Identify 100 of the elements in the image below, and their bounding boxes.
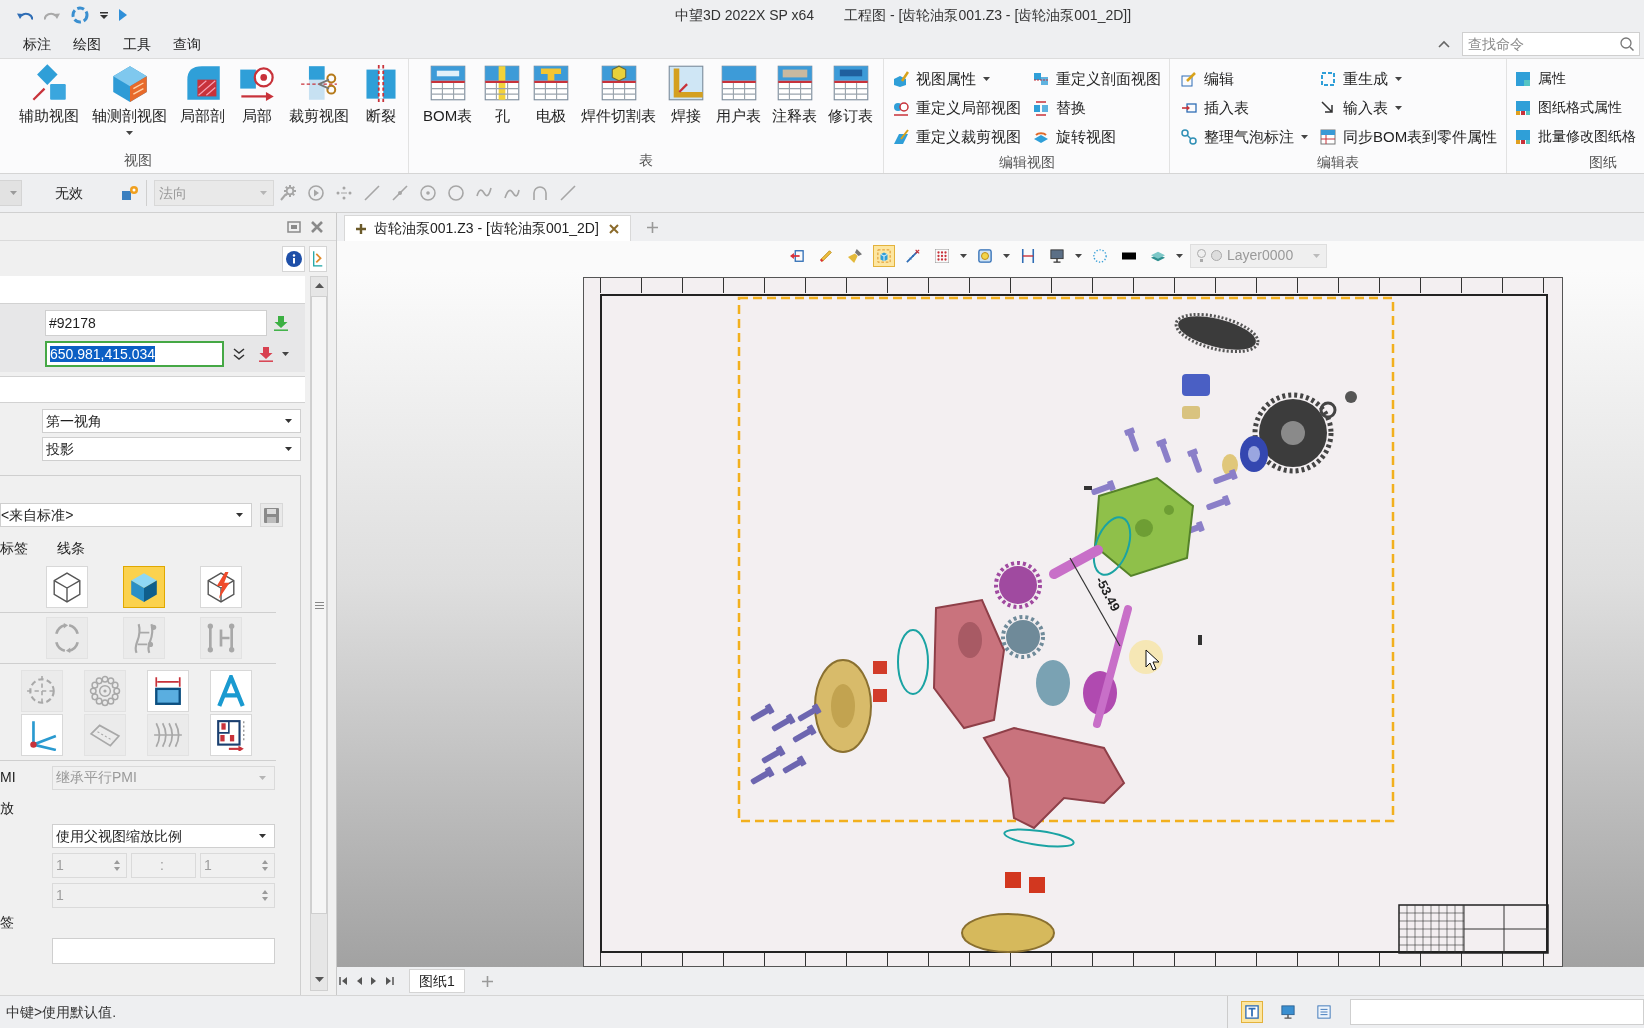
- ribbon-button[interactable]: 输入表: [1320, 93, 1498, 122]
- ribbon-button[interactable]: 修订表: [828, 64, 874, 125]
- gear-tool-icon[interactable]: [121, 185, 139, 201]
- detail-circle-icon: [893, 99, 909, 116]
- scroll-thumb[interactable]: [311, 296, 327, 914]
- scroll-up-icon[interactable]: [314, 283, 324, 288]
- play-icon[interactable]: [308, 185, 324, 201]
- menu-tab[interactable]: 绘图: [62, 30, 112, 58]
- ribbon-button[interactable]: 重定义剖面视图: [1033, 64, 1161, 93]
- circle-dot-icon[interactable]: [420, 185, 436, 201]
- customize-caret-icon[interactable]: [100, 11, 108, 19]
- ribbon-button[interactable]: 裁剪视图: [289, 64, 349, 125]
- lightning-cube-icon[interactable]: [200, 566, 242, 608]
- gear-pointer-icon[interactable]: [280, 185, 296, 201]
- caret-icon[interactable]: [1075, 253, 1082, 258]
- save-button[interactable]: [260, 503, 283, 527]
- panel-toggle-icon[interactable]: [309, 245, 327, 272]
- ribbon-button[interactable]: 轴测剖视图: [92, 64, 167, 135]
- ribbon-button[interactable]: 插入表: [1181, 93, 1308, 122]
- download-arrow-icon[interactable]: [258, 346, 274, 362]
- points-icon[interactable]: [336, 185, 352, 201]
- search-field[interactable]: 查找命令: [1462, 32, 1640, 56]
- ribbon-button[interactable]: 局部剖: [180, 64, 225, 125]
- ribbon-button[interactable]: 断裂: [362, 64, 400, 125]
- scroll-down-icon[interactable]: [314, 977, 324, 982]
- ribbon-button[interactable]: 整理气泡标注: [1181, 122, 1308, 151]
- point-field[interactable]: 650.981,415.034: [45, 341, 224, 367]
- ribbon-button[interactable]: 辅助视图: [19, 64, 79, 125]
- ribbon-button[interactable]: 重定义局部视图: [893, 93, 1021, 122]
- ribbon-button[interactable]: BOM表: [423, 64, 473, 125]
- ribbon-button[interactable]: 批量修改图纸格: [1515, 122, 1636, 151]
- ribbon-button[interactable]: 重生成: [1320, 64, 1498, 93]
- first-sheet-icon[interactable]: [339, 976, 347, 986]
- cube-selection-icon[interactable]: [873, 244, 895, 267]
- line-icon[interactable]: [364, 185, 380, 201]
- view-boundary-frame[interactable]: [737, 296, 1395, 823]
- shaded-cube-icon[interactable]: [123, 566, 165, 608]
- ribbon-button[interactable]: 焊接: [667, 64, 706, 125]
- numbered-grid-icon[interactable]: [210, 714, 252, 756]
- ribbon-button[interactable]: 注释表: [772, 64, 818, 125]
- caret-icon[interactable]: [282, 352, 289, 356]
- next-sheet-icon[interactable]: [371, 976, 377, 986]
- axes-icon[interactable]: [21, 714, 63, 756]
- ribbon-button[interactable]: 同步BOM表到零件属性: [1320, 122, 1498, 151]
- caret-icon: [10, 191, 17, 195]
- refresh-icon[interactable]: [71, 6, 89, 24]
- menu-tab[interactable]: 工具: [112, 30, 162, 58]
- wireframe-cube-icon[interactable]: [46, 566, 88, 608]
- circle-icon[interactable]: [448, 185, 464, 201]
- mode-dropdown[interactable]: [0, 180, 22, 206]
- caret-icon: [259, 834, 266, 838]
- menu-tab[interactable]: 查询: [162, 30, 212, 58]
- plus-icon[interactable]: [646, 222, 658, 233]
- last-sheet-icon[interactable]: [386, 976, 394, 986]
- view-angle-dropdown[interactable]: 第一视角: [42, 409, 301, 433]
- projection-dropdown[interactable]: 投影: [42, 437, 301, 461]
- menu-tab[interactable]: 标注: [12, 30, 62, 58]
- document-tab[interactable]: 齿轮油泵001.Z3 - [齿轮油泵001_2D]: [344, 215, 631, 241]
- close-icon[interactable]: [608, 223, 619, 234]
- dimension-box-icon[interactable]: [147, 670, 189, 712]
- restore-icon[interactable]: [287, 220, 301, 233]
- ribbon-button[interactable]: 焊件切割表: [581, 64, 657, 125]
- play-icon[interactable]: [119, 9, 127, 21]
- ribbon-button[interactable]: 用户表: [716, 64, 762, 125]
- style-dropdown[interactable]: <来自标准>: [0, 503, 252, 527]
- ribbon-button[interactable]: 重定义裁剪视图: [893, 122, 1021, 151]
- ribbon-button[interactable]: 替换: [1033, 93, 1161, 122]
- ribbon-button[interactable]: 属性: [1515, 64, 1636, 93]
- info-button[interactable]: [282, 245, 305, 272]
- arc-icon[interactable]: [532, 185, 548, 201]
- entity-field[interactable]: #92178: [45, 310, 267, 336]
- double-chevron-icon[interactable]: [233, 348, 245, 360]
- text-frame-icon[interactable]: [1241, 1001, 1263, 1023]
- ribbon-button[interactable]: 视图属性: [893, 64, 1021, 93]
- sheet-icon: [1515, 70, 1531, 87]
- ribbon-button[interactable]: 电极: [532, 64, 571, 125]
- panel-tab[interactable]: 标签: [0, 539, 28, 557]
- plus-icon[interactable]: [481, 975, 493, 987]
- plus-icon: [356, 223, 366, 234]
- caret-icon[interactable]: [1176, 253, 1183, 258]
- close-icon[interactable]: [310, 219, 324, 234]
- scrollbar[interactable]: [310, 276, 328, 991]
- caret-icon[interactable]: [960, 253, 967, 258]
- caret-icon[interactable]: [1003, 253, 1010, 258]
- ribbon-button[interactable]: 局部: [238, 64, 276, 125]
- ribbon-button[interactable]: 编辑: [1181, 64, 1308, 93]
- ribbon-button[interactable]: 孔: [483, 64, 522, 125]
- line-point-icon[interactable]: [392, 185, 408, 201]
- chevron-up-icon[interactable]: [1438, 40, 1450, 48]
- download-arrow-icon[interactable]: [273, 315, 289, 331]
- previous-sheet-icon[interactable]: [356, 976, 362, 986]
- sheet-tab[interactable]: 图纸1: [409, 969, 465, 993]
- line-icon[interactable]: [560, 185, 576, 201]
- status-field[interactable]: [1350, 999, 1644, 1025]
- tag-field[interactable]: [52, 938, 275, 964]
- panel-tab[interactable]: 线条: [57, 539, 85, 557]
- ribbon-button[interactable]: 图纸格式属性: [1515, 93, 1636, 122]
- ribbon-button[interactable]: 旋转视图: [1033, 122, 1161, 151]
- search-icon[interactable]: [1620, 37, 1634, 51]
- caret-icon: [259, 775, 266, 780]
